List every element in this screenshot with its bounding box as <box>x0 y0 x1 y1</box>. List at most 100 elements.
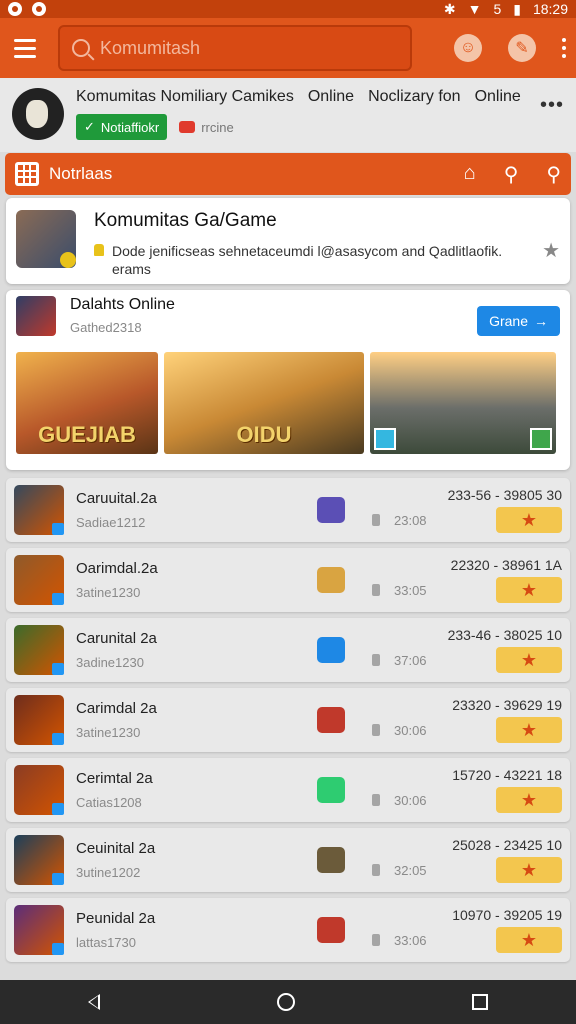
video-link[interactable]: rrcine <box>179 120 234 135</box>
featured-post[interactable]: Komumitas Ga/Game Dode jenificseas sehne… <box>6 198 570 284</box>
star-button[interactable]: ★ <box>496 927 562 953</box>
status-left-icons <box>8 2 46 16</box>
more-vert-icon[interactable] <box>562 38 566 58</box>
item-bottom: 33:06 ★ <box>372 927 562 953</box>
smile-icon[interactable]: ☺ <box>454 34 482 62</box>
nav-bar <box>0 980 576 1024</box>
star-button[interactable]: ★ <box>496 857 562 883</box>
banner[interactable] <box>370 352 556 454</box>
recents-icon[interactable] <box>471 994 488 1010</box>
wifi-icon: ▼ <box>467 1 482 17</box>
home-icon[interactable]: ⌂ <box>464 162 476 187</box>
status-right: ✱ ▼ 5 ▮ 18:29 <box>444 1 568 18</box>
item-sub: 3atine1230 <box>76 725 141 740</box>
star-button[interactable]: ★ <box>496 717 562 743</box>
post-desc-text: Dode jenificseas sehnetaceumdi l@asasyco… <box>112 243 503 277</box>
list-item[interactable]: Carimdal 2a 3atine1230 23320 - 39629 19 30:… <box>6 688 570 752</box>
thumb-icon <box>372 724 380 736</box>
list-item[interactable]: Ceuinital 2a 3utine1202 25028 - 23425 10 32… <box>6 828 570 892</box>
item-numbers: 22320 - 38961 1A <box>450 557 562 573</box>
star-button[interactable]: ★ <box>496 647 562 673</box>
notify-button[interactable]: ✓ Notiaffiokr <box>76 114 168 140</box>
thumb-icon <box>372 934 380 946</box>
item-sub: Catias1208 <box>76 795 142 810</box>
item-numbers: 233-46 - 38025 10 <box>447 627 562 643</box>
back-icon[interactable] <box>88 994 101 1010</box>
check-icon[interactable] <box>530 428 552 450</box>
bell-icon <box>94 244 104 256</box>
arrow-right-icon: → <box>534 313 548 329</box>
item-mid <box>306 497 356 523</box>
item-sub: 3utine1202 <box>76 865 141 880</box>
list-item[interactable]: Caruuital.2a Sadiae1212 233-56 - 39805 30 2… <box>6 478 570 542</box>
item-name: Cerimtal 2a <box>76 770 153 787</box>
avatar[interactable] <box>12 88 64 140</box>
list-item[interactable]: Oarimdal.2a 3atine1230 22320 - 38961 1A 33:… <box>6 548 570 612</box>
star-button[interactable]: ★ <box>496 787 562 813</box>
item-numbers: 25028 - 23425 10 <box>452 837 562 853</box>
game-icon <box>14 485 64 535</box>
thumb-icon <box>372 514 380 526</box>
expand-icon[interactable] <box>374 428 396 450</box>
favorite-icon[interactable]: ★ <box>542 238 560 272</box>
item-numbers: 233-56 - 39805 30 <box>447 487 562 503</box>
game-badge-icon <box>317 567 345 593</box>
item-stats: 10970 - 39205 19 33:06 ★ <box>372 907 562 953</box>
game-badge-icon <box>317 497 345 523</box>
star-button[interactable]: ★ <box>496 577 562 603</box>
item-likes: 32:05 <box>372 863 427 878</box>
chat-icon[interactable]: ✎ <box>508 34 536 62</box>
banner-label: GUEJIAB <box>38 422 136 447</box>
video-icon <box>179 121 196 133</box>
badge-icon <box>52 803 64 815</box>
list-item[interactable]: Carunital 2a 3adine1230 233-46 - 38025 10 3… <box>6 618 570 682</box>
post-desc: Dode jenificseas sehnetaceumdi l@asasyco… <box>94 242 542 278</box>
item-name: Oarimdal.2a <box>76 560 158 577</box>
section-header: Notrlaas ⌂ ⚲ ⚲ <box>5 153 571 195</box>
search-input[interactable]: Komumitash <box>58 25 412 71</box>
post-thumbnail <box>16 210 76 268</box>
list-item[interactable]: Cerimtal 2a Catias1208 15720 - 43221 18 30:… <box>6 758 570 822</box>
item-numbers: 10970 - 39205 19 <box>452 907 562 923</box>
banner[interactable]: OIDU <box>164 352 364 454</box>
search-icon[interactable]: ⚲ <box>504 162 519 187</box>
item-text: Carunital 2a 3adine1230 <box>76 630 306 670</box>
status-bar: ✱ ▼ 5 ▮ 18:29 <box>0 0 576 18</box>
game-card-header: Dalahts Online Gathed2318 Grane → <box>16 296 560 336</box>
item-likes: 33:06 <box>372 933 427 948</box>
item-mid <box>306 567 356 593</box>
likes-value: 30:06 <box>394 722 427 738</box>
notify-label: Notiaffiokr <box>100 119 160 135</box>
post-body: Komumitas Ga/Game Dode jenificseas sehne… <box>94 210 542 277</box>
item-sub: Sadiae1212 <box>76 515 146 530</box>
item-stats: 23320 - 39629 19 30:06 ★ <box>372 697 562 743</box>
battery-icon: ▮ <box>513 0 521 17</box>
item-text: Caruuital.2a Sadiae1212 <box>76 490 306 530</box>
title-part: Noclizary fon <box>368 88 461 105</box>
likes-value: 23:08 <box>394 512 427 528</box>
home-nav-icon[interactable] <box>276 993 295 1011</box>
clock: 18:29 <box>532 1 568 17</box>
star-button[interactable]: ★ <box>496 507 562 533</box>
banner[interactable]: GUEJIAB <box>16 352 158 454</box>
badge-icon <box>52 523 64 535</box>
check-icon: ✓ <box>84 119 95 134</box>
search-icon-2[interactable]: ⚲ <box>546 162 561 187</box>
item-bottom: 30:06 ★ <box>372 717 562 743</box>
likes-value: 33:05 <box>394 582 427 598</box>
thumb-icon <box>372 584 380 596</box>
game-button[interactable]: Grane → <box>477 306 560 336</box>
list-item[interactable]: Peunidal 2a lattas1730 10970 - 39205 19 33:… <box>6 898 570 962</box>
item-text: Oarimdal.2a 3atine1230 <box>76 560 306 600</box>
item-likes: 30:06 <box>372 723 427 738</box>
more-horiz-icon[interactable]: ••• <box>540 94 564 142</box>
item-name: Peunidal 2a <box>76 910 156 927</box>
game-icon <box>14 695 64 745</box>
search-icon <box>72 39 90 57</box>
item-stats: 22320 - 38961 1A 33:05 ★ <box>372 557 562 603</box>
item-likes: 30:06 <box>372 793 427 808</box>
menu-icon[interactable] <box>10 33 40 63</box>
item-stats: 233-56 - 39805 30 23:08 ★ <box>372 487 562 533</box>
item-bottom: 37:06 ★ <box>372 647 562 673</box>
badge-icon <box>52 943 64 955</box>
